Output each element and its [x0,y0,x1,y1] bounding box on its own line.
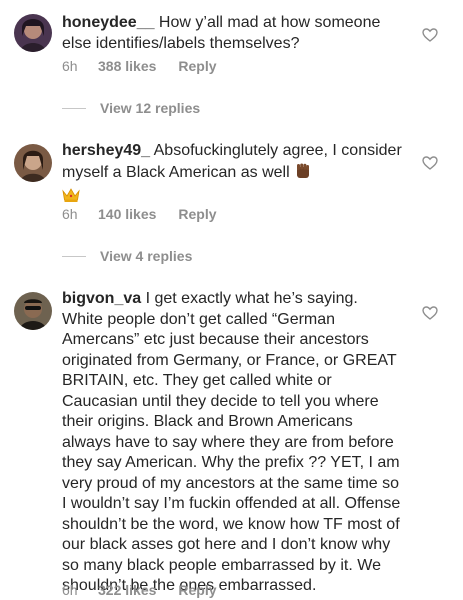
avatar[interactable] [14,292,52,330]
replies-divider [62,255,86,257]
comment-meta: 6h 322 likes Reply [62,582,217,598]
comment-time: 6h [62,206,78,222]
like-heart-icon[interactable] [422,306,438,320]
comment-username[interactable]: hershey49_ [62,142,150,159]
comment-meta: 6h 388 likes Reply [62,58,217,74]
raised-fist-dark-skin-icon [294,162,312,187]
comment-text: I get exactly what he’s saying. White pe… [62,290,401,594]
like-heart-icon[interactable] [422,28,438,42]
comment-time: 6h [62,58,78,74]
comment-time: 6h [62,582,78,598]
view-replies-label: View 12 replies [100,100,201,116]
avatar[interactable] [14,144,52,182]
comment-likes[interactable]: 140 likes [98,206,156,222]
comment-username[interactable]: honeydee__ [62,14,154,31]
reply-button[interactable]: Reply [178,58,216,74]
reply-button[interactable]: Reply [178,206,216,222]
avatar[interactable] [14,14,52,52]
comment-username[interactable]: bigvon_va [62,290,141,307]
view-replies-button[interactable]: View 12 replies [62,100,200,116]
replies-divider [62,107,86,109]
comment-likes[interactable]: 322 likes [98,582,156,598]
comment-likes[interactable]: 388 likes [98,58,156,74]
like-heart-icon[interactable] [422,156,438,170]
reply-button[interactable]: Reply [178,582,216,598]
view-replies-label: View 4 replies [100,248,193,264]
comments-thread: honeydee__ How y’all mad at how someone … [0,0,463,600]
comment-meta: 6h 140 likes Reply [62,206,217,222]
view-replies-button[interactable]: View 4 replies [62,248,192,264]
